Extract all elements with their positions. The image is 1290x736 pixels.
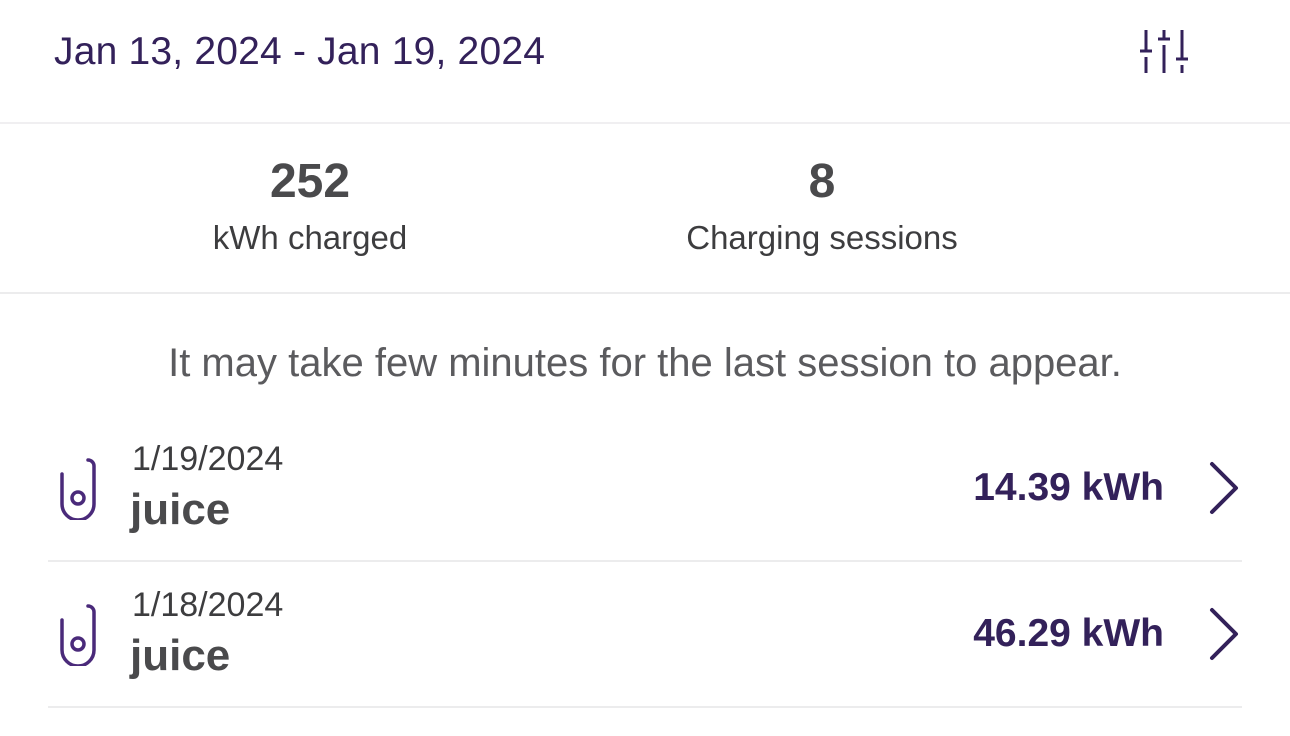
session-name: juice [130,485,231,534]
session-date: 1/18/2024 [132,586,284,624]
chevron-right-icon [1210,462,1238,514]
stats-summary: 252 kWh charged 8 Charging sessions [0,124,1290,294]
session-list: 1/19/2024 juice 14.39 kWh 1/18/2024 juic… [48,416,1242,708]
kwh-charged-label: kWh charged [212,219,408,256]
kwh-charged-value: 252 [269,155,351,208]
session-name: juice [130,631,231,680]
session-energy: 46.29 kWh [973,612,1164,655]
session-energy: 14.39 kWh [973,466,1164,509]
session-date: 1/19/2024 [132,440,284,478]
charger-icon [60,604,96,666]
filter-button[interactable] [1130,20,1198,84]
session-row[interactable]: 1/18/2024 juice 46.29 kWh [48,562,1242,708]
charging-history-screen: Jan 13, 2024 - Jan 19, 2024 252 kWh char… [0,0,1290,736]
session-row[interactable]: 1/19/2024 juice 14.39 kWh [48,416,1242,562]
date-range-label[interactable]: Jan 13, 2024 - Jan 19, 2024 [54,26,545,78]
chevron-right-icon [1210,608,1238,660]
session-delay-notice: It may take few minutes for the last ses… [168,341,1122,385]
kwh-charged-stat: 252 kWh charged [160,152,460,260]
charger-icon [60,458,96,520]
charging-sessions-stat: 8 Charging sessions [622,152,1022,260]
header: Jan 13, 2024 - Jan 19, 2024 [0,0,1290,124]
sliders-icon [1140,30,1188,73]
charging-sessions-value: 8 [808,155,836,208]
charging-sessions-label: Charging sessions [686,219,958,256]
